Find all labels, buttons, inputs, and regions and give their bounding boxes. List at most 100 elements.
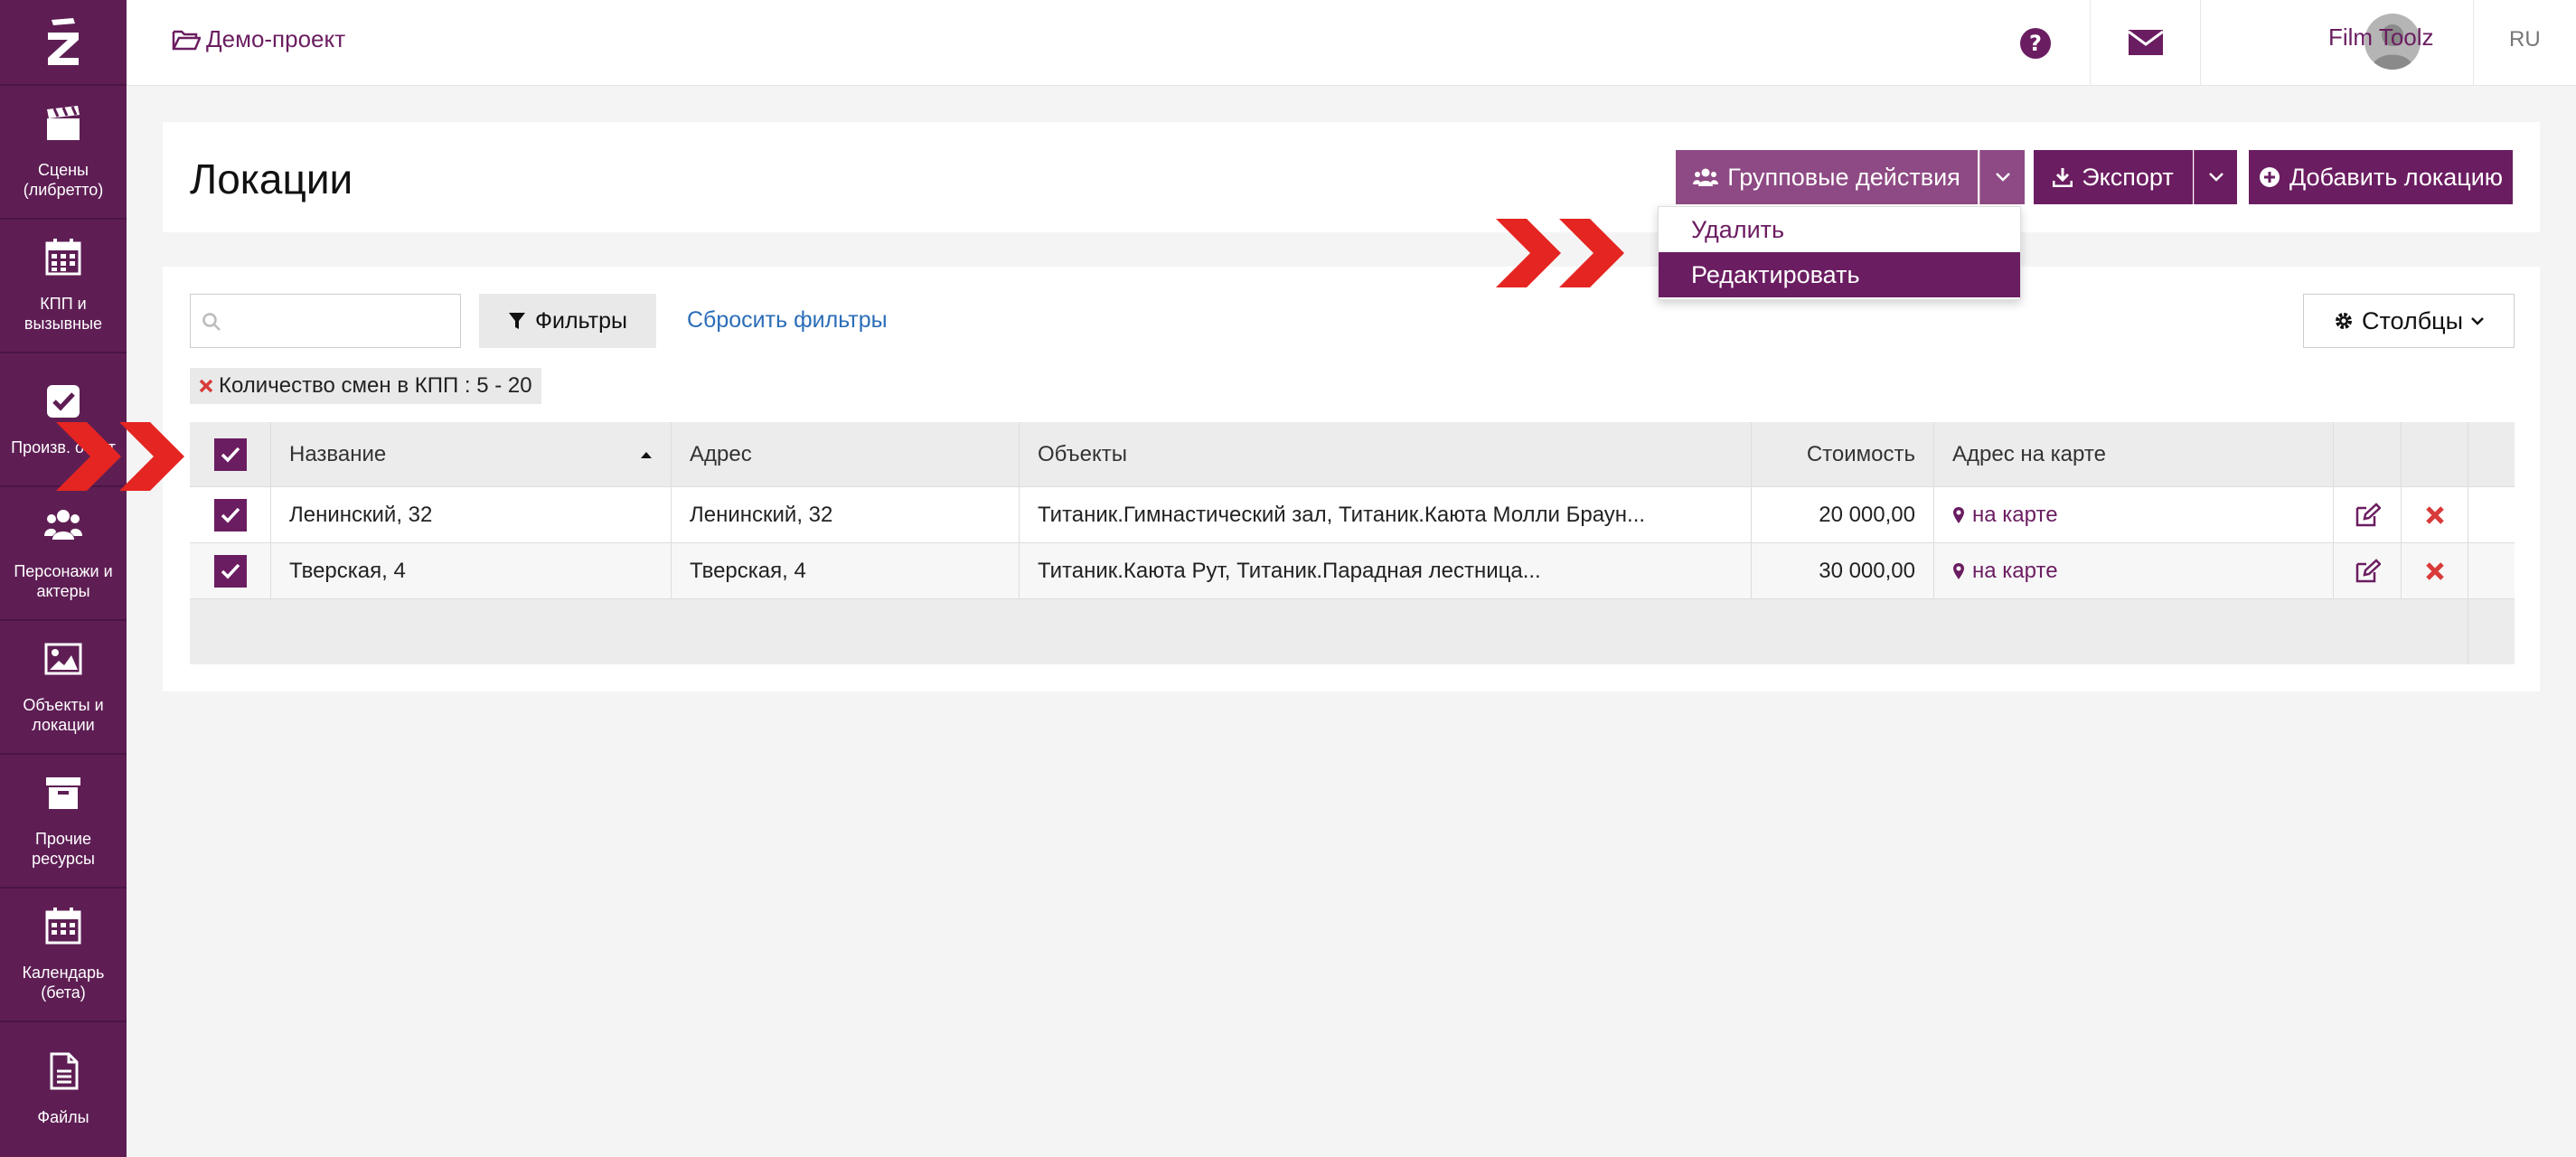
column-header-name[interactable]: Название	[271, 422, 672, 486]
menu-item-delete[interactable]: Удалить	[1659, 207, 2020, 252]
search-input[interactable]	[190, 294, 461, 348]
check-icon	[221, 447, 240, 463]
breadcrumb[interactable]: Демо-проект	[172, 25, 345, 53]
sidebar-item-label: Календарь (бета)	[22, 964, 105, 1002]
plus-circle-icon	[2259, 167, 2280, 187]
sidebar-item-characters[interactable]: Персонажи и актеры	[0, 487, 127, 621]
check-icon	[221, 563, 240, 579]
image-icon	[44, 643, 82, 675]
chevron-down-icon	[2471, 317, 2484, 325]
logo-z-icon	[48, 17, 79, 65]
file-icon	[50, 1052, 79, 1090]
language-switcher[interactable]: RU	[2509, 27, 2541, 52]
annotation-arrows-icon	[56, 422, 184, 491]
annotation-arrows-icon	[1496, 219, 1624, 287]
remove-filter-icon[interactable]	[199, 379, 213, 393]
sidebar-item-resources[interactable]: Прочие ресурсы	[0, 755, 127, 889]
mail-icon[interactable]	[2128, 29, 2164, 61]
sidebar-item-calendar[interactable]: Календарь (бета)	[0, 889, 127, 1022]
map-marker-icon	[1953, 562, 1964, 579]
column-header-objects[interactable]: Объекты	[1020, 422, 1752, 486]
sidebar-item-kpp[interactable]: КПП и вызывные	[0, 220, 127, 353]
sidebar-item-label: Файлы	[37, 1108, 89, 1126]
map-link-label: на карте	[1972, 502, 2058, 527]
edit-icon[interactable]	[2354, 502, 2381, 528]
menu-item-edit[interactable]: Редактировать	[1659, 252, 2020, 297]
svg-text:?: ?	[2029, 31, 2042, 56]
edit-icon[interactable]	[2354, 558, 2381, 584]
sidebar-item-scenes[interactable]: Сцены (либретто)	[0, 86, 127, 220]
columns-button[interactable]: Столбцы	[2303, 294, 2515, 348]
delete-icon[interactable]	[2425, 561, 2445, 581]
folder-open-icon	[172, 30, 201, 50]
chevron-down-icon	[1995, 173, 2010, 182]
map-link[interactable]: на карте	[1952, 559, 2058, 584]
check-icon	[221, 507, 240, 523]
download-icon	[2053, 168, 2073, 187]
filters-button[interactable]: Фильтры	[479, 294, 656, 348]
sidebar-item-label: Персонажи и актеры	[14, 562, 113, 600]
calendar-icon	[45, 908, 81, 945]
cell-name: Ленинский, 32	[271, 487, 672, 542]
columns-label: Столбцы	[2361, 306, 2464, 334]
map-link-label: на карте	[1972, 558, 2058, 583]
sidebar-item-objects[interactable]: Объекты и локации	[0, 621, 127, 755]
export-toggle[interactable]	[2194, 150, 2237, 204]
table-row[interactable]: Тверская, 4 Тверская, 4 Титаник.Каюта Ру…	[190, 543, 2515, 599]
users-icon	[1693, 168, 1719, 186]
cell-cost: 30 000,00	[1752, 543, 1934, 598]
app-logo[interactable]	[0, 0, 127, 86]
search-icon	[202, 313, 221, 331]
sort-asc-icon	[641, 451, 652, 458]
sidebar-item-label: Объекты и локации	[23, 696, 104, 734]
cell-objects: Титаник.Каюта Рут, Титаник.Парадная лест…	[1020, 543, 1752, 598]
sidebar-item-label: Прочие ресурсы	[32, 830, 95, 868]
calendar-grid-icon	[45, 239, 81, 276]
column-header-edit	[2334, 422, 2402, 486]
export-button[interactable]: Экспорт	[2034, 150, 2193, 204]
users-icon	[44, 510, 82, 540]
active-filter-label: Количество смен в КПП : 5 - 20	[219, 373, 532, 398]
group-actions-label: Групповые действия	[1727, 163, 1960, 191]
table-row[interactable]: Ленинский, 32 Ленинский, 32 Титаник.Гимн…	[190, 487, 2515, 543]
help-icon[interactable]: ?	[2019, 27, 2052, 64]
select-all-checkbox[interactable]	[213, 437, 247, 471]
column-header-cost[interactable]: Стоимость	[1752, 422, 1934, 486]
column-header-address[interactable]: Адрес	[672, 422, 1020, 486]
cell-objects: Титаник.Гимнастический зал, Титаник.Кают…	[1020, 487, 1752, 542]
row-checkbox[interactable]	[213, 498, 247, 531]
cell-address: Тверская, 4	[672, 543, 1020, 598]
column-header-spacer	[2468, 422, 2515, 486]
page-header: Локации Групповые действия Экспорт Добав…	[163, 122, 2540, 232]
export-label: Экспорт	[2082, 163, 2174, 191]
gear-icon	[2335, 313, 2352, 329]
select-all-cell	[190, 422, 271, 486]
map-marker-icon	[1953, 506, 1964, 523]
clapperboard-icon	[47, 106, 80, 140]
column-header-delete	[2402, 422, 2468, 486]
row-checkbox[interactable]	[213, 554, 247, 588]
user-name[interactable]: Film Toolz	[2328, 24, 2434, 52]
chevron-down-icon	[2208, 173, 2223, 182]
archive-icon	[46, 777, 80, 809]
sidebar-item-label: КПП и вызывные	[24, 295, 103, 333]
top-bar: Демо-проект ? Film Toolz RU	[127, 0, 2576, 86]
add-location-button[interactable]: Добавить локацию	[2249, 150, 2513, 204]
table-header: Название Адрес Объекты Стоимость Адрес н…	[190, 422, 2515, 487]
group-actions-toggle[interactable]	[1979, 150, 2025, 204]
delete-icon[interactable]	[2425, 505, 2445, 525]
sidebar-item-label: Сцены (либретто)	[23, 161, 104, 199]
reset-filters-link[interactable]: Сбросить фильтры	[687, 307, 888, 334]
active-filter-chip: Количество смен в КПП : 5 - 20	[190, 368, 541, 404]
breadcrumb-label: Демо-проект	[206, 25, 346, 52]
column-header-map-address[interactable]: Адрес на карте	[1934, 422, 2334, 486]
group-actions-menu: Удалить Редактировать	[1658, 206, 2021, 300]
locations-table: Название Адрес Объекты Стоимость Адрес н…	[190, 422, 2515, 664]
map-link[interactable]: на карте	[1952, 503, 2058, 528]
add-location-label: Добавить локацию	[2289, 163, 2504, 191]
group-actions-button[interactable]: Групповые действия	[1676, 150, 1978, 204]
sidebar-item-files[interactable]: Файлы	[0, 1022, 127, 1156]
cell-cost: 20 000,00	[1752, 487, 1934, 542]
cell-name: Тверская, 4	[271, 543, 672, 598]
locations-panel: Фильтры Сбросить фильтры Столбцы Количес…	[163, 267, 2540, 691]
